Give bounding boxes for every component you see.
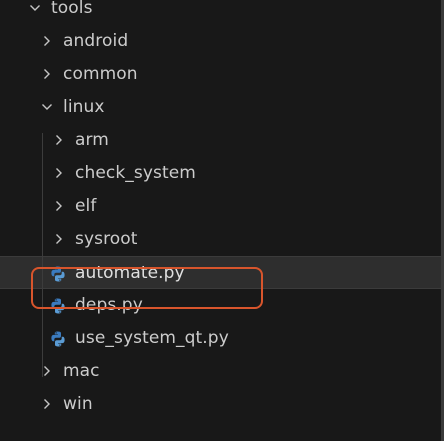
chevron-down-icon [42,104,52,110]
python-file-icon [51,298,65,314]
tree-row-mac[interactable]: mac [0,355,441,388]
tree-row-arm[interactable]: arm [0,124,441,157]
chevron-right-icon [56,201,62,211]
file-label: automate.py [75,263,185,283]
python-file-icon [51,266,65,282]
chevron-right-icon [44,36,50,46]
folder-label: arm [75,130,109,150]
tree-row-sysroot[interactable]: sysroot [0,223,441,256]
file-tree: tools android common linux arm check_sys… [0,0,441,421]
folder-label: common [63,64,138,84]
folder-label: elf [75,196,97,216]
python-file-icon [51,331,65,347]
chevron-right-icon [56,168,62,178]
tree-row-tools[interactable]: tools [0,0,441,25]
indent-guide [42,133,43,377]
tree-row-win[interactable]: win [0,388,441,421]
chevron-right-icon [44,399,50,409]
tree-row-android[interactable]: android [0,25,441,58]
file-label: deps.py [75,295,143,315]
folder-label: win [63,394,93,414]
tree-row-linux[interactable]: linux [0,91,441,124]
tree-row-common[interactable]: common [0,58,441,91]
folder-label: tools [51,0,93,18]
folder-label: sysroot [75,229,138,249]
folder-label: linux [63,97,105,117]
tree-row-deps-py[interactable]: deps.py [0,289,441,322]
tree-row-elf[interactable]: elf [0,190,441,223]
folder-label: android [63,31,129,51]
chevron-right-icon [56,234,62,244]
tree-row-automate-py[interactable]: automate.py [0,256,441,289]
folder-label: check_system [75,163,196,183]
chevron-right-icon [56,135,62,145]
tree-row-check-system[interactable]: check_system [0,157,441,190]
chevron-right-icon [44,69,50,79]
folder-label: mac [63,361,100,381]
file-label: use_system_qt.py [75,328,229,348]
file-explorer-panel: tools android common linux arm check_sys… [0,0,444,441]
tree-row-use-system-qt-py[interactable]: use_system_qt.py [0,322,441,355]
chevron-down-icon [30,5,40,11]
